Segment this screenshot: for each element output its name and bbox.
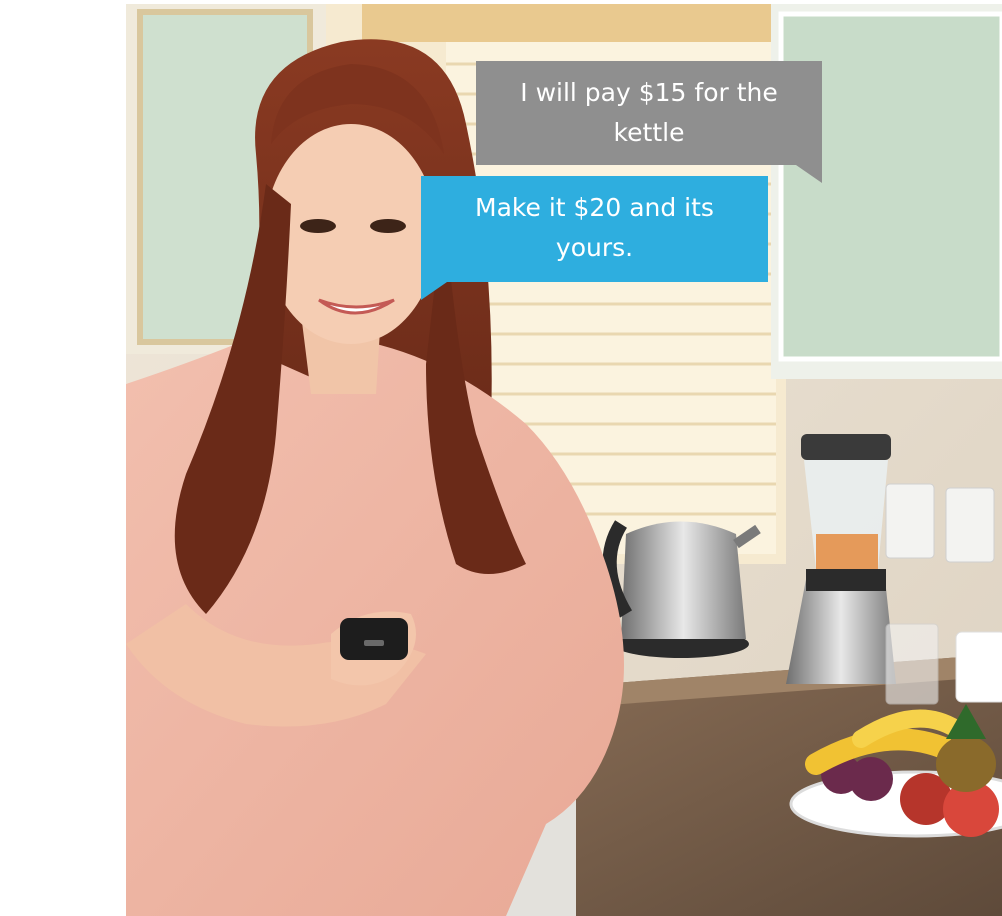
mobile-phone <box>340 618 408 660</box>
glass <box>885 623 939 705</box>
message-text: kettle <box>613 118 685 147</box>
message-text: I will pay $15 for the <box>520 78 778 107</box>
mug <box>955 631 1002 703</box>
wall-outlet <box>885 483 935 559</box>
message-text: yours. <box>555 233 634 262</box>
wall-outlet <box>945 487 995 563</box>
message-bubble-reply: Make it $20 and its yours. <box>421 176 768 300</box>
kettle <box>602 520 761 658</box>
message-bubble-offer: I will pay $15 for the kettle <box>476 61 822 183</box>
message-text: Make it $20 and its <box>475 193 714 222</box>
